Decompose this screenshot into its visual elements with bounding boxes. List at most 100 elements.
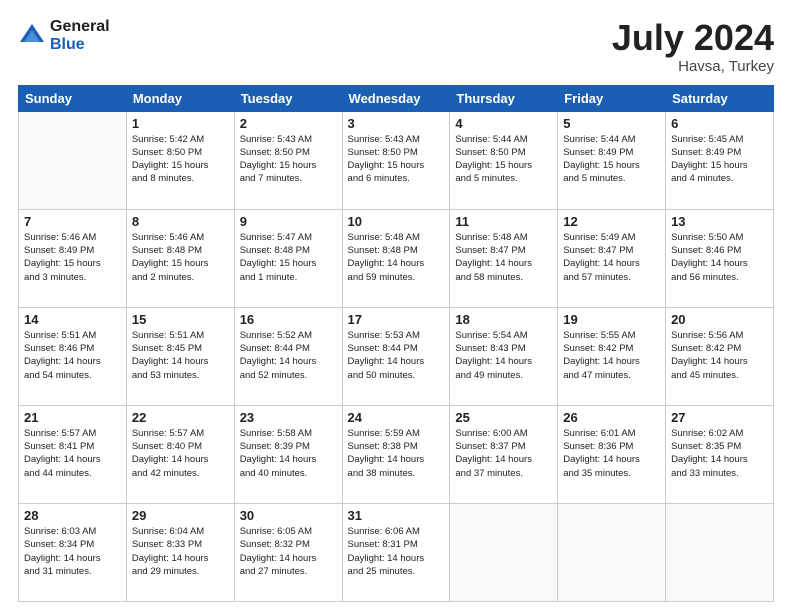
table-row: 29Sunrise: 6:04 AMSunset: 8:33 PMDayligh… [126, 503, 234, 601]
table-row [19, 111, 127, 209]
day-number: 7 [24, 214, 121, 229]
table-row: 18Sunrise: 5:54 AMSunset: 8:43 PMDayligh… [450, 307, 558, 405]
day-info: Sunrise: 5:48 AMSunset: 8:47 PMDaylight:… [455, 231, 552, 284]
col-sunday: Sunday [19, 85, 127, 111]
month-year-title: July 2024 [612, 18, 774, 58]
table-row: 8Sunrise: 5:46 AMSunset: 8:48 PMDaylight… [126, 209, 234, 307]
table-row: 2 Sunrise: 5:43 AMSunset: 8:50 PMDaylight… [234, 111, 342, 209]
day-info: Sunrise: 5:47 AMSunset: 8:48 PMDaylight:… [240, 231, 337, 284]
day-number: 31 [348, 508, 445, 523]
day-info: Sunrise: 5:55 AMSunset: 8:42 PMDaylight:… [563, 329, 660, 382]
table-row: 31Sunrise: 6:06 AMSunset: 8:31 PMDayligh… [342, 503, 450, 601]
table-row: 12Sunrise: 5:49 AMSunset: 8:47 PMDayligh… [558, 209, 666, 307]
day-info: Sunrise: 5:43 AMSunset: 8:50 PMDaylight:… [348, 133, 445, 186]
day-number: 4 [455, 116, 552, 131]
day-number: 15 [132, 312, 229, 327]
table-row: 19 Sunrise: 5:55 AMSunset: 8:42 PMDayligh… [558, 307, 666, 405]
day-number: 6 [671, 116, 768, 131]
table-row: 21 Sunrise: 5:57 AMSunset: 8:41 PMDayligh… [19, 405, 127, 503]
table-row: 24 Sunrise: 5:59 AMSunset: 8:38 PMDayligh… [342, 405, 450, 503]
table-row: 9 Sunrise: 5:47 AMSunset: 8:48 PMDaylight… [234, 209, 342, 307]
logo-blue: Blue [50, 36, 110, 54]
day-number: 30 [240, 508, 337, 523]
table-row: 22Sunrise: 5:57 AMSunset: 8:40 PMDayligh… [126, 405, 234, 503]
day-info: Sunrise: 6:05 AMSunset: 8:32 PMDaylight:… [240, 525, 337, 578]
table-row: 3 Sunrise: 5:43 AMSunset: 8:50 PMDaylight… [342, 111, 450, 209]
table-row: 25 Sunrise: 6:00 AMSunset: 8:37 PMDayligh… [450, 405, 558, 503]
day-info: Sunrise: 5:46 AMSunset: 8:49 PMDaylight:… [24, 231, 121, 284]
day-info: Sunrise: 5:54 AMSunset: 8:43 PMDaylight:… [455, 329, 552, 382]
table-row: 5Sunrise: 5:44 AMSunset: 8:49 PMDaylight… [558, 111, 666, 209]
day-number: 3 [348, 116, 445, 131]
day-info: Sunrise: 5:43 AMSunset: 8:50 PMDaylight:… [240, 133, 337, 186]
day-info: Sunrise: 6:00 AMSunset: 8:37 PMDaylight:… [455, 427, 552, 480]
day-info: Sunrise: 5:59 AMSunset: 8:38 PMDaylight:… [348, 427, 445, 480]
table-row: 11Sunrise: 5:48 AMSunset: 8:47 PMDayligh… [450, 209, 558, 307]
table-row [558, 503, 666, 601]
page: General Blue July 2024 Havsa, Turkey Sun… [0, 0, 792, 612]
day-number: 19 [563, 312, 660, 327]
table-row: 17Sunrise: 5:53 AMSunset: 8:44 PMDayligh… [342, 307, 450, 405]
table-row: 26 Sunrise: 6:01 AMSunset: 8:36 PMDayligh… [558, 405, 666, 503]
day-info: Sunrise: 5:52 AMSunset: 8:44 PMDaylight:… [240, 329, 337, 382]
table-row: 28 Sunrise: 6:03 AMSunset: 8:34 PMDayligh… [19, 503, 127, 601]
day-info: Sunrise: 5:48 AMSunset: 8:48 PMDaylight:… [348, 231, 445, 284]
day-number: 28 [24, 508, 121, 523]
day-number: 26 [563, 410, 660, 425]
col-wednesday: Wednesday [342, 85, 450, 111]
day-info: Sunrise: 5:51 AMSunset: 8:46 PMDaylight:… [24, 329, 121, 382]
day-number: 25 [455, 410, 552, 425]
day-info: Sunrise: 5:44 AMSunset: 8:50 PMDaylight:… [455, 133, 552, 186]
table-row: 20 Sunrise: 5:56 AMSunset: 8:42 PMDayligh… [666, 307, 774, 405]
location-subtitle: Havsa, Turkey [612, 58, 774, 75]
logo-icon [18, 22, 46, 50]
table-row: 4 Sunrise: 5:44 AMSunset: 8:50 PMDaylight… [450, 111, 558, 209]
day-number: 10 [348, 214, 445, 229]
day-info: Sunrise: 6:04 AMSunset: 8:33 PMDaylight:… [132, 525, 229, 578]
calendar-week-row: 21 Sunrise: 5:57 AMSunset: 8:41 PMDayligh… [19, 405, 774, 503]
logo: General Blue [18, 18, 110, 53]
day-info: Sunrise: 6:01 AMSunset: 8:36 PMDaylight:… [563, 427, 660, 480]
table-row [450, 503, 558, 601]
day-info: Sunrise: 5:42 AMSunset: 8:50 PMDaylight:… [132, 133, 229, 186]
col-saturday: Saturday [666, 85, 774, 111]
day-number: 24 [348, 410, 445, 425]
logo-text: General Blue [50, 18, 110, 53]
calendar-week-row: 1 Sunrise: 5:42 AMSunset: 8:50 PMDaylight… [19, 111, 774, 209]
table-row: 10 Sunrise: 5:48 AMSunset: 8:48 PMDayligh… [342, 209, 450, 307]
day-number: 23 [240, 410, 337, 425]
day-info: Sunrise: 5:57 AMSunset: 8:40 PMDaylight:… [132, 427, 229, 480]
day-number: 14 [24, 312, 121, 327]
table-row: 7 Sunrise: 5:46 AMSunset: 8:49 PMDaylight… [19, 209, 127, 307]
col-tuesday: Tuesday [234, 85, 342, 111]
col-monday: Monday [126, 85, 234, 111]
table-row: 30 Sunrise: 6:05 AMSunset: 8:32 PMDayligh… [234, 503, 342, 601]
day-info: Sunrise: 5:56 AMSunset: 8:42 PMDaylight:… [671, 329, 768, 382]
day-number: 8 [132, 214, 229, 229]
table-row: 14 Sunrise: 5:51 AMSunset: 8:46 PMDayligh… [19, 307, 127, 405]
col-friday: Friday [558, 85, 666, 111]
day-number: 13 [671, 214, 768, 229]
table-row: 13Sunrise: 5:50 AMSunset: 8:46 PMDayligh… [666, 209, 774, 307]
day-number: 1 [132, 116, 229, 131]
table-row: 6Sunrise: 5:45 AMSunset: 8:49 PMDaylight… [666, 111, 774, 209]
table-row [666, 503, 774, 601]
day-info: Sunrise: 5:51 AMSunset: 8:45 PMDaylight:… [132, 329, 229, 382]
day-number: 20 [671, 312, 768, 327]
calendar-week-row: 14 Sunrise: 5:51 AMSunset: 8:46 PMDayligh… [19, 307, 774, 405]
day-info: Sunrise: 6:02 AMSunset: 8:35 PMDaylight:… [671, 427, 768, 480]
day-number: 27 [671, 410, 768, 425]
day-number: 21 [24, 410, 121, 425]
table-row: 27 Sunrise: 6:02 AMSunset: 8:35 PMDayligh… [666, 405, 774, 503]
day-info: Sunrise: 5:58 AMSunset: 8:39 PMDaylight:… [240, 427, 337, 480]
day-info: Sunrise: 6:03 AMSunset: 8:34 PMDaylight:… [24, 525, 121, 578]
table-row: 16Sunrise: 5:52 AMSunset: 8:44 PMDayligh… [234, 307, 342, 405]
calendar-table: Sunday Monday Tuesday Wednesday Thursday… [18, 85, 774, 602]
day-number: 9 [240, 214, 337, 229]
day-info: Sunrise: 5:57 AMSunset: 8:41 PMDaylight:… [24, 427, 121, 480]
day-number: 2 [240, 116, 337, 131]
table-row: 23 Sunrise: 5:58 AMSunset: 8:39 PMDayligh… [234, 405, 342, 503]
day-info: Sunrise: 5:53 AMSunset: 8:44 PMDaylight:… [348, 329, 445, 382]
calendar-week-row: 7 Sunrise: 5:46 AMSunset: 8:49 PMDaylight… [19, 209, 774, 307]
day-number: 5 [563, 116, 660, 131]
